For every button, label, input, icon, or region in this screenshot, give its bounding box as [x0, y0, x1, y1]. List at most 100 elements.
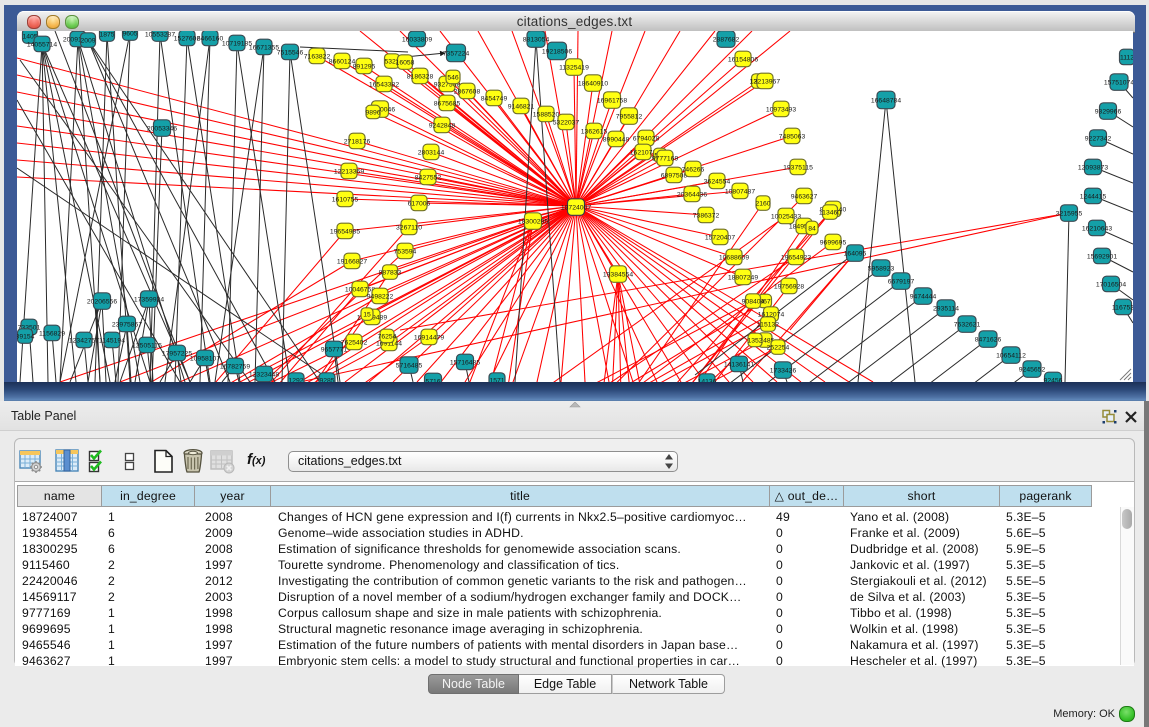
svg-text:2935114: 2935114: [933, 305, 959, 312]
svg-text:17957225: 17957225: [162, 350, 192, 357]
svg-text:20053346: 20053346: [147, 125, 177, 132]
svg-text:10654112: 10654112: [996, 352, 1026, 359]
svg-text:1156829: 1156829: [39, 330, 65, 337]
svg-text:3624554: 3624554: [704, 178, 731, 185]
svg-text:10688609: 10688609: [719, 254, 749, 261]
svg-text:1112: 1112: [1120, 54, 1133, 61]
svg-text:617006: 617006: [408, 200, 431, 207]
svg-text:1352: 1352: [747, 337, 762, 344]
svg-text:18640910: 18640910: [578, 80, 608, 87]
svg-text:12323448: 12323448: [249, 371, 279, 378]
svg-text:76254: 76254: [378, 333, 397, 340]
svg-text:2867608: 2867608: [454, 88, 481, 95]
svg-text:16033809: 16033809: [402, 36, 432, 43]
svg-text:887833: 887833: [379, 269, 402, 276]
svg-text:9474444: 9474444: [910, 293, 937, 300]
svg-text:8186328: 8186328: [407, 73, 434, 80]
svg-text:5958923: 5958923: [868, 265, 895, 272]
svg-text:16782759: 16782759: [220, 363, 250, 370]
svg-text:9227342: 9227342: [1085, 135, 1112, 142]
svg-text:9285: 9285: [319, 377, 334, 382]
svg-text:19654923: 19654923: [781, 254, 811, 261]
svg-text:9463627: 9463627: [791, 193, 818, 200]
svg-text:16210643: 16210643: [1082, 225, 1112, 232]
svg-text:7386372: 7386372: [693, 212, 720, 219]
svg-text:252254: 252254: [767, 344, 790, 351]
svg-text:9657771: 9657771: [321, 346, 348, 353]
svg-text:908404: 908404: [742, 298, 765, 305]
svg-text:16914479: 16914479: [414, 334, 444, 341]
svg-text:14136: 14136: [698, 378, 717, 382]
svg-text:6466160: 6466160: [197, 35, 224, 42]
svg-text:2718176: 2718176: [344, 138, 371, 145]
svg-text:16058: 16058: [396, 59, 415, 66]
svg-text:1571: 1571: [489, 377, 504, 382]
svg-text:12213967: 12213967: [750, 78, 780, 85]
svg-text:164095: 164095: [844, 250, 867, 257]
svg-text:10973493: 10973493: [766, 106, 796, 113]
svg-text:8471626: 8471626: [975, 336, 1002, 343]
svg-text:39154: 39154: [17, 333, 35, 340]
svg-text:8454749: 8454749: [481, 95, 508, 102]
svg-text:20364436: 20364436: [677, 191, 707, 198]
svg-text:2009: 2009: [80, 37, 95, 44]
svg-text:9245652: 9245652: [1019, 366, 1046, 373]
svg-text:3267110: 3267110: [396, 224, 422, 231]
svg-text:14136141: 14136141: [724, 361, 754, 368]
svg-text:5716485: 5716485: [396, 362, 423, 369]
svg-text:7625402: 7625402: [341, 339, 368, 346]
svg-text:9498222: 9498222: [367, 293, 394, 300]
svg-text:19384554: 19384554: [603, 271, 633, 278]
svg-text:5322037: 5322037: [553, 119, 580, 126]
svg-text:7632621: 7632621: [954, 321, 981, 328]
svg-text:15720407: 15720407: [705, 234, 735, 241]
svg-text:18300295: 18300295: [518, 218, 548, 225]
svg-text:10807487: 10807487: [725, 188, 755, 195]
svg-text:2160: 2160: [755, 200, 770, 207]
svg-text:2803144: 2803144: [418, 149, 445, 156]
svg-text:9242848: 9242848: [429, 122, 456, 129]
svg-text:7955812: 7955812: [616, 113, 643, 120]
svg-text:19166827: 19166827: [337, 258, 367, 265]
svg-text:16543382: 16543382: [369, 81, 399, 88]
svg-text:9146821: 9146821: [508, 103, 535, 110]
svg-text:15716485: 15716485: [450, 359, 480, 366]
svg-text:115132: 115132: [757, 321, 779, 328]
svg-text:16961758: 16961758: [597, 97, 627, 104]
svg-text:1588520: 1588520: [533, 111, 560, 118]
svg-text:12093873: 12093873: [1078, 164, 1108, 171]
svg-text:8427552: 8427552: [415, 174, 442, 181]
svg-text:19375115: 19375115: [783, 164, 813, 171]
svg-text:1610755: 1610755: [332, 196, 359, 203]
svg-text:15692901: 15692901: [1087, 253, 1117, 260]
svg-text:18807249: 18807249: [728, 274, 758, 281]
svg-text:15: 15: [363, 311, 371, 318]
svg-text:17359924: 17359924: [134, 296, 164, 303]
svg-text:1362615: 1362615: [581, 128, 608, 135]
svg-text:16648784: 16648784: [871, 97, 901, 104]
svg-text:2887682: 2887682: [713, 36, 740, 43]
svg-text:8990448: 8990448: [603, 136, 630, 143]
svg-text:9605: 9605: [122, 31, 137, 37]
svg-text:10719185: 10719185: [222, 40, 252, 47]
svg-text:9777169: 9777169: [652, 155, 679, 162]
svg-text:18724007: 18724007: [561, 204, 591, 211]
svg-text:9329966: 9329966: [1095, 108, 1122, 115]
svg-text:15751074: 15751074: [1104, 79, 1133, 86]
svg-text:9699695: 9699695: [820, 239, 847, 246]
svg-text:116753: 116753: [1112, 304, 1133, 311]
svg-text:1733426: 1733426: [770, 367, 797, 374]
svg-text:84: 84: [808, 225, 816, 232]
svg-text:12213369: 12213369: [334, 168, 364, 175]
svg-text:10958107: 10958107: [190, 355, 220, 362]
svg-text:19654985: 19654985: [330, 228, 360, 235]
svg-text:16671355: 16671355: [249, 44, 279, 51]
svg-text:92456: 92456: [1044, 377, 1063, 382]
svg-text:20206556: 20206556: [87, 298, 117, 305]
svg-text:753594: 753594: [394, 248, 417, 255]
svg-text:113460: 113460: [819, 209, 841, 216]
svg-text:7485063: 7485063: [779, 133, 806, 140]
svg-text:19218506: 19218506: [542, 48, 572, 55]
svg-text:1244415: 1244415: [1080, 193, 1107, 200]
svg-text:8660124: 8660124: [329, 58, 356, 65]
